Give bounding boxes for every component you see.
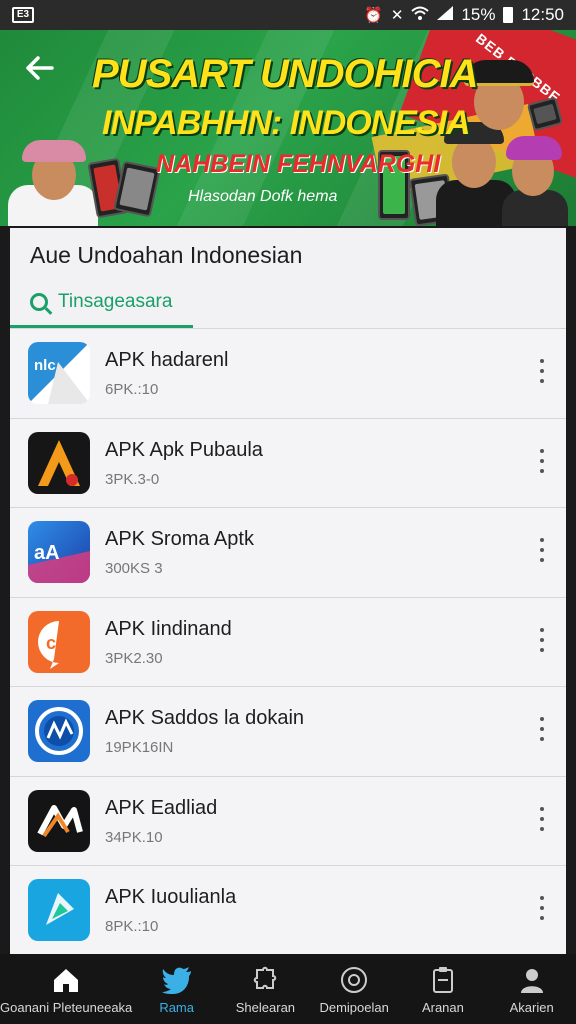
list-item[interactable]: APK Saddos la dokain 19PK16IN: [10, 687, 566, 777]
nav-item-shelearan[interactable]: Shelearan: [221, 954, 310, 1024]
app-name: APK hadarenl: [105, 349, 229, 371]
list-item[interactable]: APK Eadliad 34PK.10: [10, 776, 566, 866]
back-button[interactable]: [24, 52, 60, 88]
nav-item-home[interactable]: Goanani Pleteuneeaka: [0, 954, 132, 1024]
list-item[interactable]: cb APK Iindinand 3PK2.30: [10, 597, 566, 687]
banner-title-line2: INPABHHN: INDONESIA: [102, 104, 471, 142]
banner-subtitle: Hlasodan Dofk hema: [188, 188, 338, 205]
search-tab[interactable]: Tinsageasara: [10, 278, 193, 328]
content-panel: Aue Undoahan Indonesian Tinsageasara nlc…: [10, 228, 566, 954]
nav-item-demipoelan[interactable]: Demipoelan: [310, 954, 399, 1024]
nav-item-akarien[interactable]: Akarien: [487, 954, 576, 1024]
status-bar: E3 ⏰ ✕ 15% 12:50: [0, 0, 576, 30]
app-meta: 34PK.10: [105, 828, 163, 846]
more-options-icon[interactable]: [538, 806, 546, 831]
list-item[interactable]: APK Iuoulianla 8PK.:10: [10, 866, 566, 954]
search-icon: [30, 292, 48, 311]
nav-label: Shelearan: [235, 1000, 296, 1015]
more-options-icon[interactable]: [538, 627, 546, 652]
app-name: APK Eadliad: [105, 796, 218, 819]
banner-title: PUSART UNDOHICIA: [92, 52, 479, 96]
clipboard-icon: [432, 967, 453, 993]
app-icon-blue-gradient[interactable]: aA: [28, 521, 90, 583]
home-icon: [54, 969, 79, 992]
list-item[interactable]: APK Apk Pubaula 3PK.3-0: [10, 418, 566, 508]
app-icon-cyan[interactable]: [28, 879, 90, 941]
list-item[interactable]: aA APK Sroma Aptk 300KS 3: [10, 508, 566, 598]
app-name: APK Sroma Aptk: [105, 528, 254, 550]
nav-label: Akarien: [509, 1000, 554, 1015]
battery-percent: 15%: [461, 5, 496, 24]
banner-title-line3: NAHBEIN FEHNVARGHI: [156, 150, 441, 178]
nav-label: Demipoelan: [319, 1000, 389, 1015]
clock: 12:50: [521, 5, 564, 24]
status-left: E3: [12, 7, 34, 23]
mute-icon: ✕: [390, 7, 404, 24]
svg-text:aA: aA: [34, 542, 60, 564]
app-meta: 3PK2.30: [105, 649, 163, 667]
app-icon-orange[interactable]: cb: [28, 610, 90, 673]
app-name: APK Iuoulianla: [105, 886, 237, 908]
more-options-icon[interactable]: [538, 896, 546, 920]
nav-label: Goanani Pleteuneeaka: [0, 1000, 133, 1015]
battery-icon: [503, 7, 514, 23]
list-item[interactable]: nlc APK hadarenl 6PK.:10: [10, 329, 566, 419]
app-name: APK Saddos la dokain: [105, 707, 305, 729]
nav-item-aranan[interactable]: Aranan: [399, 954, 488, 1024]
more-options-icon[interactable]: [538, 448, 546, 473]
app-meta: 300KS 3: [105, 560, 163, 577]
more-options-icon[interactable]: [538, 717, 546, 741]
back-arrow-icon: [26, 56, 54, 80]
app-list: nlc APK hadarenl 6PK.:10 APK Apk Pubaula…: [10, 329, 566, 954]
nav-label: Aranan: [421, 1000, 464, 1015]
nav-item-rama[interactable]: Rama: [132, 954, 221, 1024]
app-name: APK Iindinand: [105, 617, 232, 640]
app-name: APK Apk Pubaula: [105, 438, 263, 461]
app-icon-black-knot[interactable]: [28, 789, 90, 852]
banner-person-woman: [500, 130, 570, 226]
puzzle-icon: [254, 966, 277, 989]
more-options-icon[interactable]: [538, 538, 546, 562]
bottom-nav: Goanani Pleteuneeaka Rama Shelearan Demi…: [0, 954, 576, 1024]
app-meta: 8PK.:10: [105, 918, 159, 935]
alarm-icon: ⏰: [364, 7, 383, 24]
more-options-icon[interactable]: [538, 359, 546, 383]
app-meta: 3PK.3-0: [105, 470, 160, 488]
nav-label: Rama: [159, 1000, 194, 1015]
status-right: ⏰ ✕ 15% 12:50: [364, 5, 564, 25]
promo-banner[interactable]: BEB BERBBE PUSART UNDOHICIA INPABHHN: IN…: [0, 30, 576, 226]
sim-icon: E3: [12, 7, 34, 23]
app-icon-blue-circle[interactable]: [28, 700, 90, 762]
wifi-icon: [411, 6, 430, 24]
app-meta: 6PK.:10: [105, 381, 159, 398]
app-meta: 19PK16IN: [105, 739, 174, 756]
person-icon: [520, 969, 543, 993]
app-icon-black-orange-a[interactable]: [28, 431, 90, 494]
search-tab-label: Tinsageasara: [58, 290, 173, 312]
signal-icon: [437, 6, 454, 24]
svg-text:cb: cb: [46, 633, 67, 653]
bird-icon: [161, 967, 191, 994]
svg-text:nlc: nlc: [34, 357, 56, 374]
section-title: Aue Undoahan Indonesian: [30, 242, 303, 268]
circle-smile-icon: [341, 967, 368, 993]
app-icon-blue-white[interactable]: nlc: [28, 342, 90, 404]
